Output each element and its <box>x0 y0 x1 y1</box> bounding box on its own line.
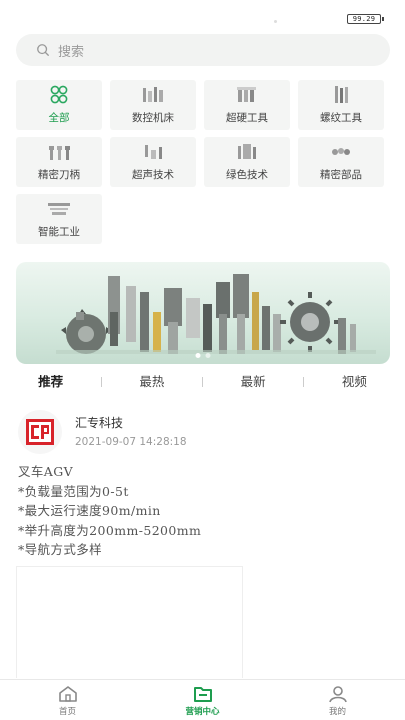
tab-divider <box>303 377 304 387</box>
nav-home[interactable]: 首页 <box>0 680 135 720</box>
carousel-dot-active[interactable] <box>195 353 201 358</box>
tab-divider <box>101 377 102 387</box>
tab-recommend[interactable]: 推荐 <box>0 372 101 392</box>
category-tool-holder[interactable]: 精密刀柄 <box>16 137 102 187</box>
category-label: 超硬工具 <box>226 112 268 124</box>
company-logo <box>26 419 54 445</box>
tab-divider <box>202 377 203 387</box>
precision-parts-icon <box>332 148 350 155</box>
post-line: 叉车AGV <box>18 464 74 479</box>
category-label: 精密刀柄 <box>38 169 80 181</box>
post-content[interactable]: 叉车AGV *负载量范围为0-5t *最大运行速度90m/min *举升高度为2… <box>18 462 388 560</box>
gear-wheel-graphic <box>280 292 340 352</box>
category-hard-tools[interactable]: 超硬工具 <box>204 80 290 130</box>
banner-carousel[interactable] <box>16 262 390 364</box>
post-author[interactable]: 汇专科技 <box>75 414 123 431</box>
category-label: 精密部品 <box>320 169 362 181</box>
nav-label: 首页 <box>58 707 76 717</box>
category-label: 全部 <box>48 112 70 124</box>
tools-banner-image <box>56 274 376 354</box>
battery-indicator: 99.29 <box>347 14 384 24</box>
category-label: 智能工业 <box>38 226 80 238</box>
nav-profile[interactable]: 我的 <box>270 680 405 720</box>
feed-tabs: 推荐 最热 最新 视频 <box>0 372 405 392</box>
avatar[interactable] <box>18 410 62 454</box>
home-icon <box>58 686 77 702</box>
search-bar[interactable]: 搜索 <box>16 34 390 66</box>
search-placeholder: 搜索 <box>58 44 85 60</box>
post-timestamp: 2021-09-07 14:28:18 <box>75 436 187 448</box>
post-line: *导航方式多样 <box>18 542 103 557</box>
category-green-tech[interactable]: 绿色技术 <box>204 137 290 187</box>
post-line: *举升高度为200mm-5200mm <box>18 522 202 538</box>
category-ultrasonic[interactable]: 超声技术 <box>110 137 196 187</box>
hard-tools-icon <box>237 87 256 102</box>
status-dot <box>274 20 277 23</box>
nav-label: 我的 <box>328 707 346 717</box>
tab-newest[interactable]: 最新 <box>203 372 304 392</box>
category-label: 数控机床 <box>132 112 174 124</box>
post-line: *最大运行速度90m/min <box>18 503 161 518</box>
post-image[interactable] <box>16 566 243 678</box>
search-icon <box>37 44 49 56</box>
category-cnc[interactable]: 数控机床 <box>110 80 196 130</box>
tab-hottest[interactable]: 最热 <box>101 372 202 392</box>
category-all[interactable]: 全部 <box>16 80 102 130</box>
nav-label: 营销中心 <box>185 707 220 717</box>
tool-holder-icon <box>49 146 70 160</box>
status-bar: 99.29 <box>0 0 405 28</box>
carousel-dot[interactable] <box>205 353 211 358</box>
category-label: 超声技术 <box>132 169 174 181</box>
category-smart-industry[interactable]: 智能工业 <box>16 194 102 244</box>
thread-tools-icon <box>335 86 348 103</box>
bottom-nav: 首页 营销中心 我的 <box>0 679 405 720</box>
post-line: *负载量范围为0-5t <box>18 483 129 499</box>
disc-cutter-graphic <box>61 309 111 354</box>
category-precision-parts[interactable]: 精密部品 <box>298 137 384 187</box>
tab-video[interactable]: 视频 <box>304 372 405 392</box>
category-thread-tools[interactable]: 螺纹工具 <box>298 80 384 130</box>
carousel-indicator <box>195 353 211 358</box>
folder-icon <box>193 687 212 702</box>
ultrasonic-icon <box>145 145 162 159</box>
green-tech-icon <box>238 144 256 159</box>
category-label: 绿色技术 <box>226 169 268 181</box>
cnc-tools-icon <box>143 87 163 102</box>
grid-circles-icon <box>50 85 68 104</box>
nav-marketing-center[interactable]: 营销中心 <box>135 680 270 720</box>
user-icon <box>328 686 347 703</box>
smart-industry-icon <box>48 203 70 215</box>
category-label: 螺纹工具 <box>320 112 362 124</box>
